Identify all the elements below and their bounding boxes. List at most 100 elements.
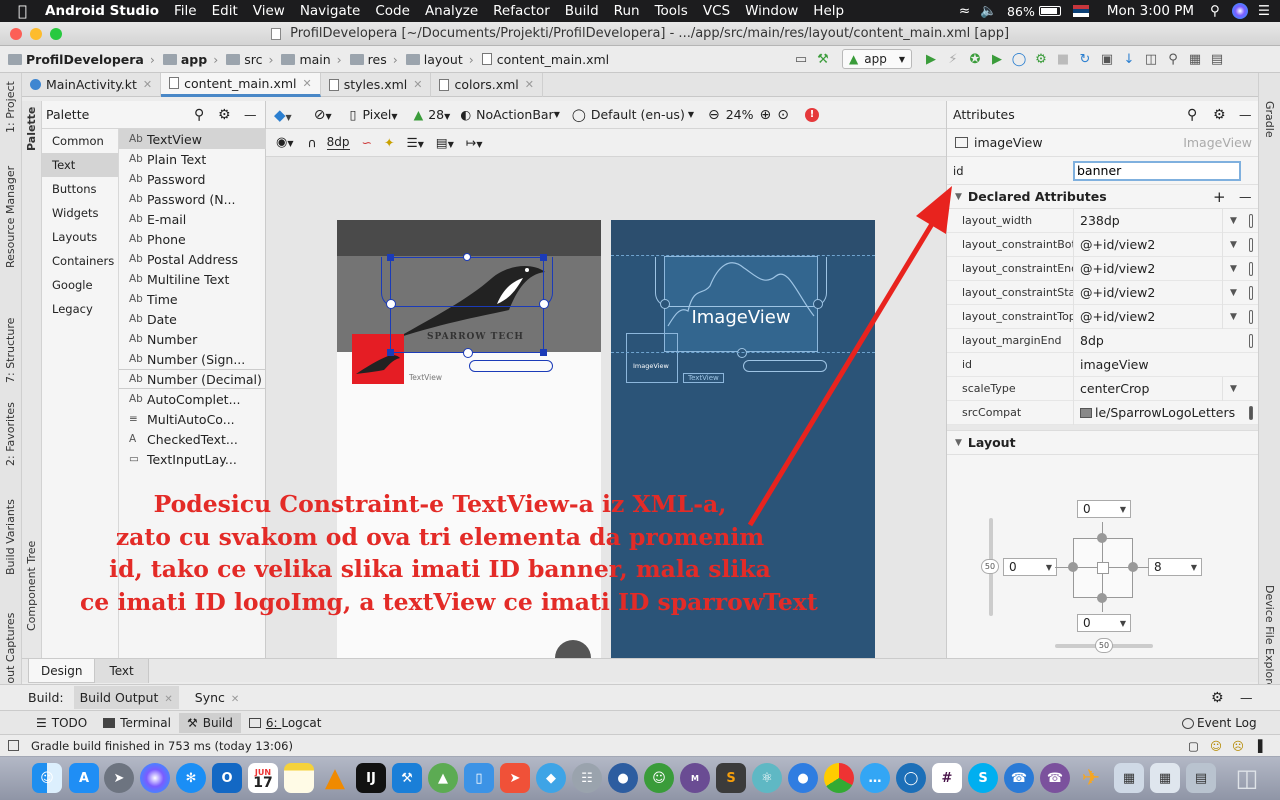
vertical-bias-value[interactable]: 50 <box>981 559 999 574</box>
breadcrumb-file[interactable]: content_main.xml <box>481 52 609 67</box>
wifi-icon[interactable]: ≈ <box>959 3 970 19</box>
breadcrumb-main[interactable]: main › <box>281 52 345 67</box>
maps-icon[interactable]: ● <box>788 763 818 793</box>
search-icon[interactable]: ⚲ <box>1187 107 1197 123</box>
theme-select[interactable]: NoActionBar <box>476 107 554 122</box>
palette-item[interactable]: ≡ MultiAutoCo... <box>119 409 266 429</box>
palette-item[interactable]: A CheckedText... <box>119 429 266 449</box>
infer-constraints-icon[interactable]: ✦ <box>384 135 394 150</box>
frown-icon[interactable]: ☹ <box>1232 739 1244 753</box>
blueprint-textview-label[interactable]: TextView <box>683 373 724 383</box>
phone-icon[interactable]: ☎ <box>1004 763 1034 793</box>
gear-icon[interactable]: ⚙ <box>1213 107 1226 123</box>
attribute-row[interactable]: scaleType centerCrop ▼ <box>947 376 1258 401</box>
zoom-in-icon[interactable]: ⊕ <box>760 107 772 123</box>
guidelines-icon[interactable]: ↦▼ <box>466 135 483 150</box>
photos-doc-icon[interactable]: ▦ <box>1150 763 1180 793</box>
constraint-dot[interactable] <box>1097 593 1107 603</box>
palette-item[interactable]: Ab Date <box>119 309 266 329</box>
menu-icon[interactable]: ▌ <box>1258 739 1267 753</box>
tool-logcat[interactable]: 6: Logcat <box>241 713 330 733</box>
notes-icon[interactable] <box>284 763 314 793</box>
tableplus-icon[interactable]: ◆ <box>536 763 566 793</box>
layout-section-header[interactable]: ▼ Layout <box>947 431 1258 455</box>
skype-icon[interactable]: S <box>968 763 998 793</box>
chevron-down-icon[interactable]: ▼ <box>1222 280 1244 305</box>
chevron-down-icon[interactable]: ▼ <box>1222 232 1244 257</box>
project-structure-icon[interactable]: ▤ <box>1206 49 1228 69</box>
menu-code[interactable]: Code <box>375 3 410 19</box>
margin-right-select[interactable]: 8 ▼ <box>1148 558 1202 576</box>
close-icon[interactable]: ✕ <box>143 78 152 91</box>
menu-view[interactable]: View <box>253 3 285 19</box>
palette-item[interactable]: Ab Password (N... <box>119 189 266 209</box>
mattermost-icon[interactable]: M <box>680 763 710 793</box>
menu-refactor[interactable]: Refactor <box>493 3 550 19</box>
coverage-icon[interactable]: ▶ <box>986 49 1008 69</box>
palette-item[interactable]: Ab Plain Text <box>119 149 266 169</box>
screenshot-folder-icon[interactable]: ▤ <box>1186 763 1216 793</box>
breadcrumb-project[interactable]: ProfilDevelopera › <box>8 52 159 67</box>
error-icon[interactable]: ! <box>804 107 819 122</box>
breadcrumb-res[interactable]: res › <box>349 52 402 67</box>
attribute-row[interactable]: layout_constraintStart @+id/view2 ▼ <box>947 280 1258 305</box>
vlc-icon[interactable]: ▲ <box>320 763 350 793</box>
close-icon[interactable]: ✕ <box>164 694 172 705</box>
category-buttons[interactable]: Buttons <box>42 177 118 201</box>
tab-colors[interactable]: colors.xml ✕ <box>431 72 544 97</box>
palette-item[interactable]: Ab Number (Sign... <box>119 349 266 369</box>
sync-gradle-icon[interactable]: ↻ <box>1074 49 1096 69</box>
tab-content-main[interactable]: content_main.xml ✕ <box>161 72 321 97</box>
category-legacy[interactable]: Legacy <box>42 297 118 321</box>
app-store-icon[interactable]: A <box>69 763 99 793</box>
palette-item[interactable]: ▭ TextInputLay... <box>119 449 266 469</box>
siri-dock-icon[interactable] <box>140 763 170 793</box>
gear-icon[interactable]: ⚙ <box>218 107 231 123</box>
attribute-row[interactable]: layout_constraintBotto@+id/view2▼ <box>947 232 1258 257</box>
spotlight-icon[interactable]: ⚲ <box>1210 3 1220 19</box>
orientation-icon[interactable]: ⊘▼ <box>314 107 332 123</box>
constraint-dot[interactable] <box>1128 562 1138 572</box>
tab-design[interactable]: Design <box>28 658 96 683</box>
menu-analyze[interactable]: Analyze <box>425 3 478 19</box>
clear-constraints-icon[interactable]: ∽ <box>362 135 372 150</box>
reference-icon[interactable] <box>1244 329 1258 353</box>
database-icon[interactable]: ☷ <box>572 763 602 793</box>
build-variants-tab[interactable]: Build Variants <box>4 499 17 575</box>
align-icon[interactable]: ▤▼ <box>436 135 454 150</box>
attribute-row[interactable]: srcCompat le/SparrowLogoLetters <box>947 400 1258 425</box>
messages-icon[interactable]: … <box>860 763 890 793</box>
corner-handle[interactable] <box>387 349 394 356</box>
apply-changes-icon[interactable]: ⚡ <box>942 49 964 69</box>
palette-item[interactable]: Ab Phone <box>119 229 266 249</box>
menu-file[interactable]: File <box>174 3 197 19</box>
tab-build-output[interactable]: Build Output ✕ <box>73 686 179 709</box>
tool-todo[interactable]: ☰ TODO <box>28 713 95 733</box>
reference-icon[interactable] <box>1244 233 1258 257</box>
id-field[interactable] <box>1073 160 1241 181</box>
smile-icon[interactable]: ☺ <box>1210 739 1222 753</box>
layout-inspector-icon[interactable]: ◫ <box>1140 49 1162 69</box>
tool-terminal[interactable]: Terminal <box>95 713 179 733</box>
constraint-dot[interactable] <box>1068 562 1078 572</box>
tab-sync[interactable]: Sync ✕ <box>189 686 246 709</box>
palette-strip-tab[interactable]: Palette <box>25 107 38 151</box>
profile-icon[interactable]: ◯ <box>1008 49 1030 69</box>
chevron-down-icon[interactable]: ▼ <box>1222 208 1244 233</box>
close-window-button[interactable] <box>10 28 22 40</box>
horizontal-bias-value[interactable]: 50 <box>1095 638 1113 653</box>
structure-tool-tab[interactable]: 7: Structure <box>4 318 17 383</box>
intellij-icon[interactable]: IJ <box>356 763 386 793</box>
corner-handle[interactable] <box>540 254 547 261</box>
minimize-window-button[interactable] <box>30 28 42 40</box>
attribute-row[interactable]: layout_constraintEnd_ @+id/view2 ▼ <box>947 256 1258 281</box>
palette-item[interactable]: Ab E-mail <box>119 209 266 229</box>
simulator-icon[interactable]: ▯ <box>464 763 494 793</box>
chevron-down-icon[interactable]: ▼ <box>1222 304 1244 329</box>
reference-icon[interactable] <box>1244 401 1258 425</box>
layout-icon[interactable]: ▦ <box>1184 49 1206 69</box>
resize-handle[interactable] <box>463 253 471 261</box>
minimize-icon[interactable]: — <box>244 107 257 122</box>
zoom-fit-icon[interactable]: ⊙ <box>777 107 789 123</box>
eye-icon[interactable]: ◉▼ <box>276 135 294 150</box>
